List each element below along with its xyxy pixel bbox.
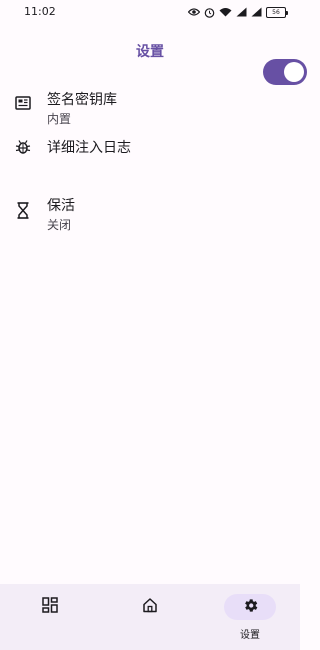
setting-item-keystore[interactable]: 签名密钥库 内置 xyxy=(0,84,300,132)
setting-title: 详细注入日志 xyxy=(47,140,131,156)
battery-icon: 56 xyxy=(266,6,288,18)
status-time: 11:02 xyxy=(24,5,56,18)
signal-icon xyxy=(251,7,262,17)
bug-icon xyxy=(14,138,32,156)
nav-item-modules[interactable] xyxy=(0,594,100,644)
hourglass-icon xyxy=(14,201,32,219)
grid-icon xyxy=(42,597,58,617)
keystore-icon xyxy=(14,94,32,112)
setting-subtitle: 内置 xyxy=(47,112,72,126)
settings-list: 签名密钥库 内置 详细注入日志 保活 关闭 xyxy=(0,84,300,246)
status-icons: 56 xyxy=(188,5,288,19)
eye-icon xyxy=(188,7,200,17)
setting-title: 保活 xyxy=(47,198,75,214)
status-bar: 11:02 56 xyxy=(0,0,300,24)
setting-item-verbose-log[interactable]: 详细注入日志 xyxy=(0,138,300,174)
wifi-icon xyxy=(219,7,232,17)
nav-item-settings[interactable]: 设置 xyxy=(200,594,300,644)
verbose-log-toggle[interactable] xyxy=(263,59,307,85)
alarm-icon xyxy=(204,7,215,18)
bottom-nav: 设置 xyxy=(0,584,300,650)
nav-pill xyxy=(24,594,76,620)
nav-item-home[interactable] xyxy=(100,594,200,644)
signal-icon xyxy=(236,7,247,17)
setting-subtitle: 关闭 xyxy=(47,218,72,232)
nav-pill-active xyxy=(224,594,276,620)
setting-title: 签名密钥库 xyxy=(47,92,117,108)
nav-label: 设置 xyxy=(240,630,260,641)
toggle-knob xyxy=(284,62,304,82)
nav-pill xyxy=(124,594,176,620)
home-icon xyxy=(142,597,158,617)
page-title: 设置 xyxy=(136,44,164,60)
gear-icon xyxy=(242,597,259,618)
setting-item-keep-alive[interactable]: 保活 关闭 xyxy=(0,192,300,240)
